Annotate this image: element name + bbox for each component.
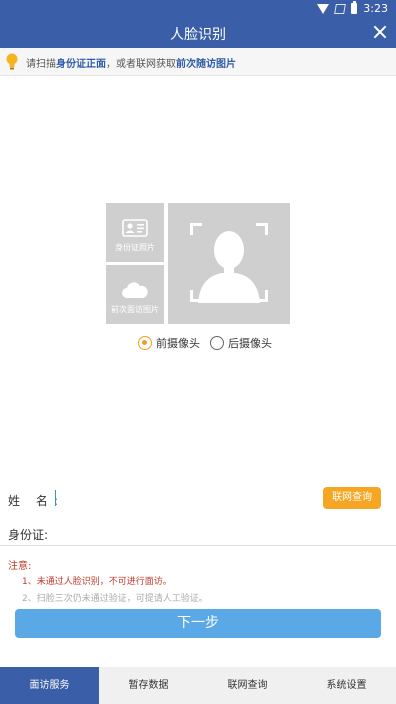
- status-time: 3:23: [363, 2, 388, 15]
- radio-dot: [210, 336, 224, 350]
- tab-system-settings[interactable]: 系统设置: [297, 667, 396, 704]
- rear-camera-label: 后摄像头: [228, 337, 272, 350]
- id-card-icon: [122, 219, 148, 237]
- close-icon[interactable]: [370, 22, 390, 42]
- tip-prefix: 请扫描: [26, 59, 56, 70]
- tip-bar: 请扫描身份证正面，或者联网获取前次随访图片: [0, 48, 396, 76]
- tip-text: 请扫描身份证正面，或者联网获取前次随访图片: [26, 55, 236, 70]
- id-number-row[interactable]: 身份证:: [0, 522, 396, 546]
- cloud-icon: [122, 282, 148, 298]
- notice-item-2: 2、扫脸三次仍未通过验证，可提请人工验证。: [22, 594, 208, 604]
- no-signal-icon: [334, 3, 347, 14]
- tip-middle: ，或者联网获取: [106, 59, 176, 70]
- next-step-button[interactable]: 下一步: [15, 609, 381, 638]
- tab-visit-service[interactable]: 面访服务: [0, 667, 99, 704]
- status-icons: 3:23: [317, 1, 388, 15]
- id-number-label: 身份证:: [8, 528, 49, 542]
- previous-visit-photo-tile[interactable]: 前次面访图片: [106, 265, 164, 324]
- id-card-photo-label: 身份证照片: [115, 243, 155, 252]
- bottom-tab-bar: 面访服务 暂存数据 联网查询 系统设置: [0, 667, 396, 704]
- tip-highlight-prev-photo: 前次随访图片: [176, 59, 236, 70]
- page-title: 人脸识别: [170, 27, 226, 43]
- status-bar: 3:23: [0, 0, 396, 18]
- tab-online-query[interactable]: 联网查询: [198, 667, 297, 704]
- name-row: 姓 名: 联网查询: [0, 486, 396, 514]
- radio-front-camera[interactable]: 前摄像头: [138, 335, 200, 351]
- tab-saved-data[interactable]: 暂存数据: [99, 667, 198, 704]
- notice-title: 注意:: [8, 561, 32, 572]
- radio-dot: [138, 336, 152, 350]
- title-bar: 人脸识别: [0, 18, 396, 48]
- camera-selector: 前摄像头 后摄像头: [138, 335, 282, 351]
- id-card-photo-tile[interactable]: 身份证照片: [106, 203, 164, 262]
- notice-item-1: 1、未通过人脸识别，不可进行面访。: [22, 577, 172, 587]
- online-query-button[interactable]: 联网查询: [323, 487, 381, 509]
- tip-highlight-id-front: 身份证正面: [56, 59, 106, 70]
- front-camera-label: 前摄像头: [156, 337, 200, 350]
- radio-rear-camera[interactable]: 后摄像头: [210, 335, 272, 351]
- lightbulb-icon: [6, 53, 18, 70]
- name-input[interactable]: [55, 490, 56, 506]
- person-silhouette-icon: [198, 231, 260, 303]
- previous-visit-photo-label: 前次面访图片: [111, 305, 159, 314]
- face-capture-area[interactable]: [168, 203, 290, 324]
- battery-icon: [351, 1, 358, 14]
- wifi-icon: [317, 3, 330, 14]
